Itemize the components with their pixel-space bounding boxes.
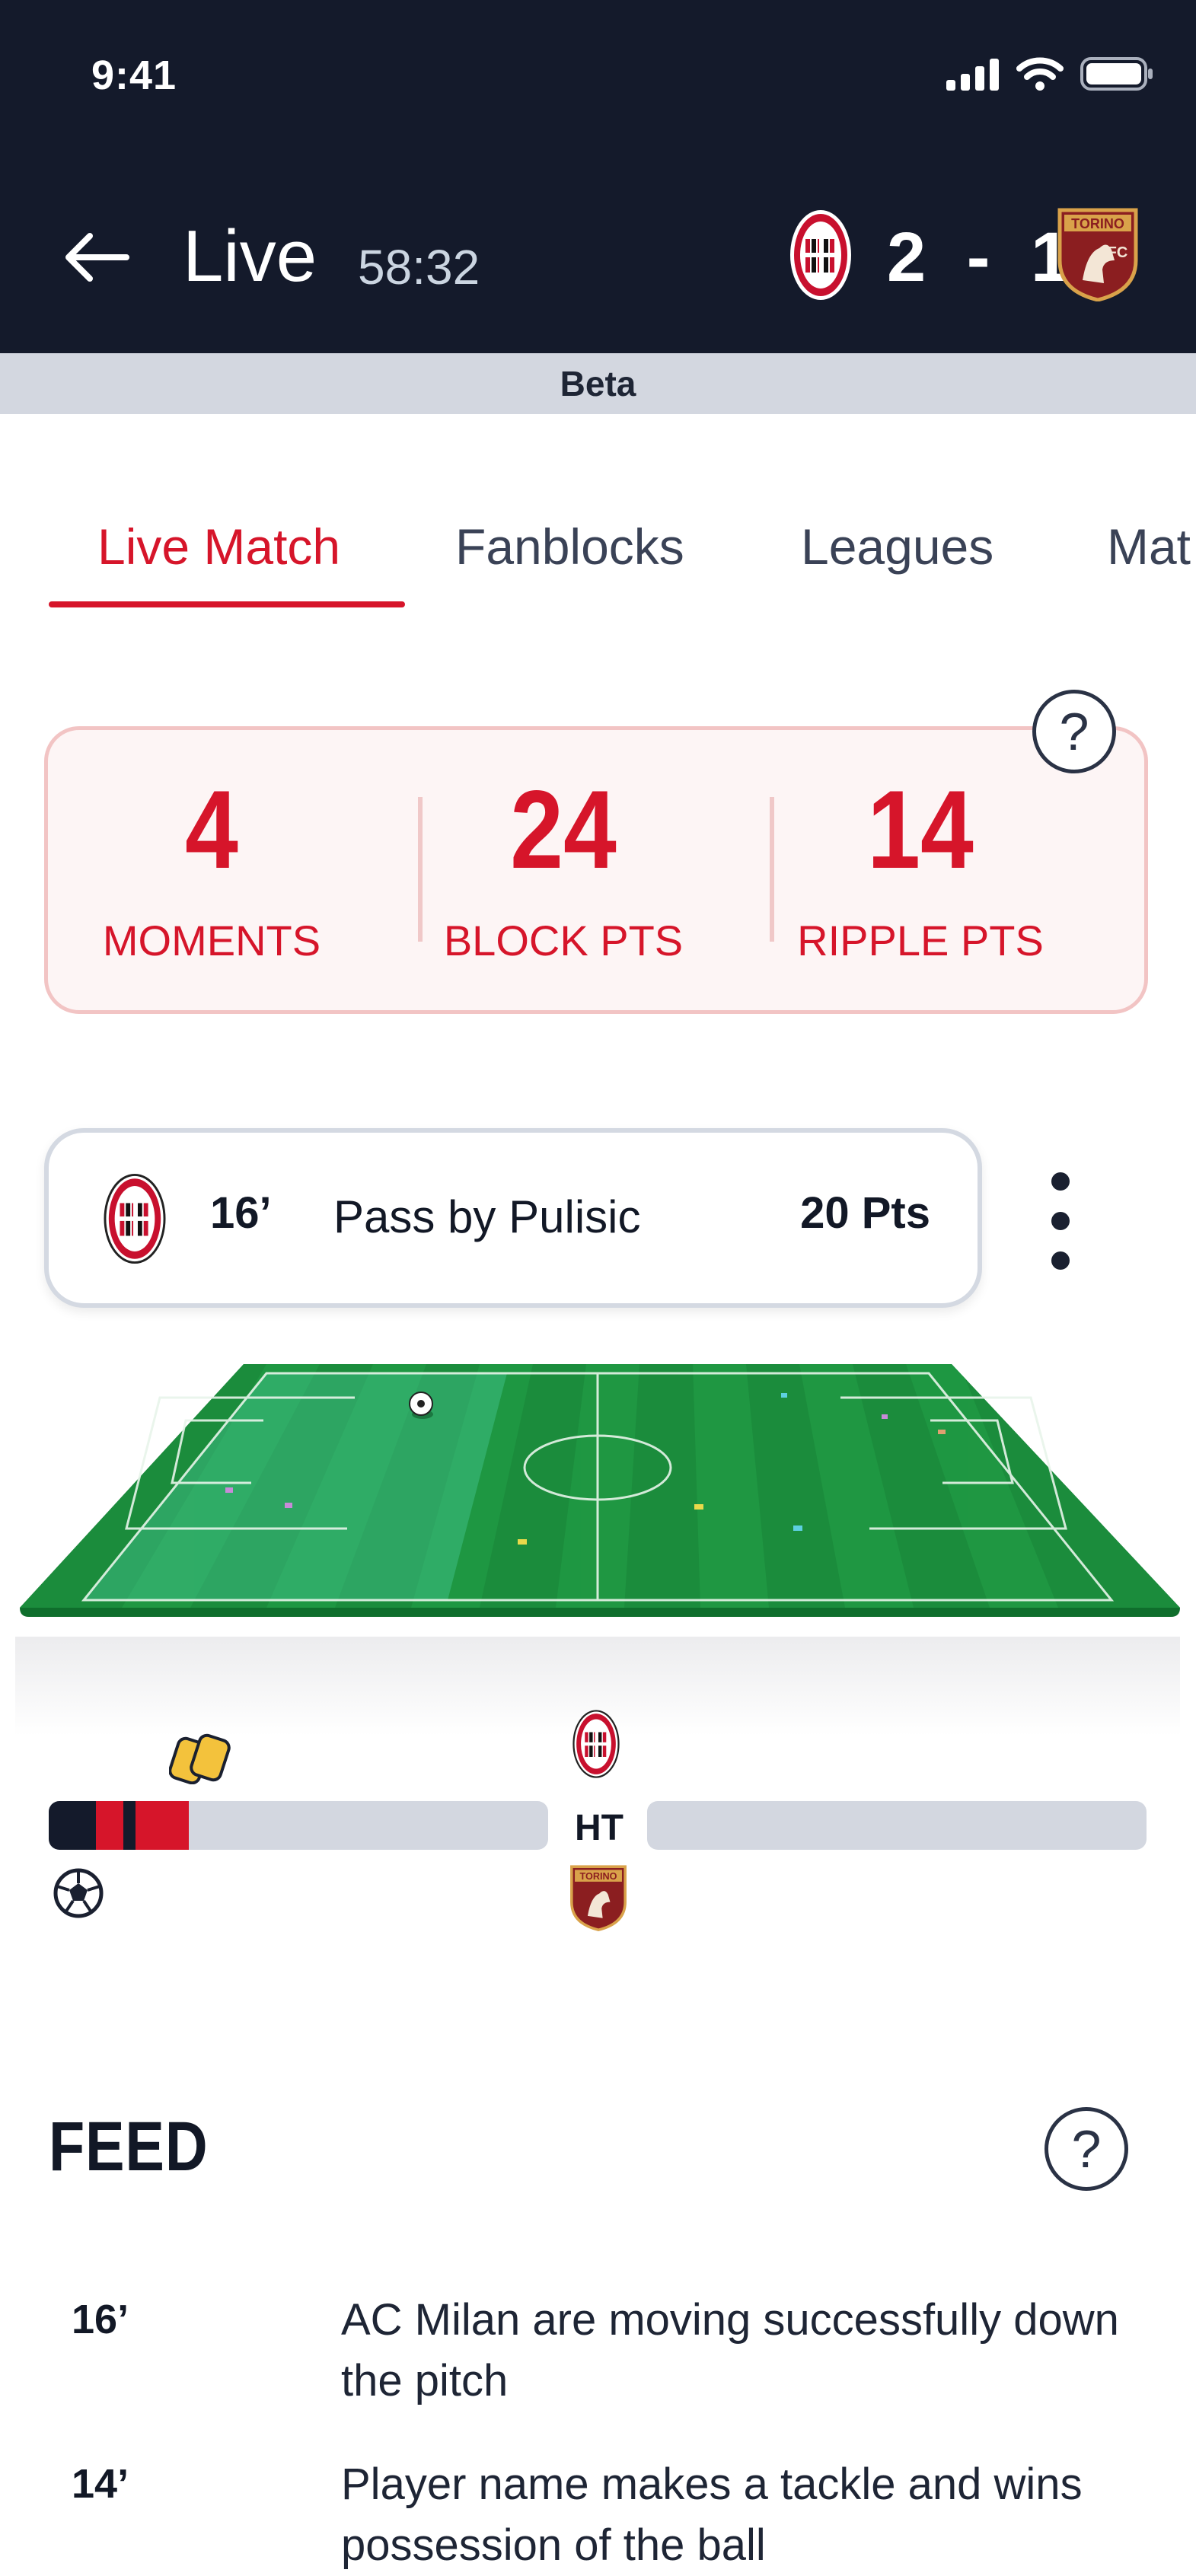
page-title: Live: [183, 215, 317, 297]
stats-card: 4 MOMENTS 24 BLOCK PTS 14 RIPPLE PTS: [44, 726, 1148, 1014]
tab-matches[interactable]: Mat: [1107, 518, 1191, 575]
back-arrow-icon[interactable]: [59, 221, 132, 294]
battery-icon: [1080, 57, 1153, 91]
signal-icon: [946, 59, 999, 91]
feed-item-text: Player name makes a tackle and wins poss…: [341, 2460, 1083, 2570]
tab-bar: Live Match Fanblocks Leagues Mat: [0, 487, 1196, 609]
feed-item-text: AC Milan are moving successfully down th…: [341, 2295, 1119, 2405]
stats-help-button[interactable]: ?: [1032, 690, 1116, 773]
status-icons: [946, 56, 1153, 91]
beta-banner: Beta: [0, 353, 1196, 414]
status-time: 9:41: [91, 53, 177, 98]
stat-moments-label: MOMENTS: [102, 917, 321, 964]
app-header: 9:41 Live 58:32 2 - 1 TORINO FC: [0, 0, 1196, 353]
moment-minute: 16’: [210, 1188, 272, 1238]
stat-ripple-pts-label: RIPPLE PTS: [797, 917, 1044, 964]
score-home: 2: [887, 218, 930, 296]
match-clock: 58:32: [358, 240, 480, 295]
yellow-cards-icon: [169, 1733, 231, 1784]
soccer-ball-icon: [53, 1868, 104, 1918]
ball-icon: [409, 1392, 433, 1419]
moment-points: 20 Pts: [800, 1188, 930, 1238]
more-options-icon[interactable]: [1035, 1172, 1086, 1271]
question-icon: ?: [1059, 702, 1089, 761]
question-icon: ?: [1071, 2119, 1102, 2179]
moment-description: Pass by Pulisic: [333, 1191, 641, 1242]
torino-crest-icon: TORINO: [570, 1865, 627, 1932]
stat-ripple-pts-value: 14: [867, 767, 974, 891]
stat-block-pts: 24 BLOCK PTS: [396, 774, 731, 965]
match-score: 2 - 1: [887, 218, 1073, 298]
first-half-momentum-bar: [49, 1801, 548, 1850]
ac-milan-crest-icon: [104, 1173, 166, 1264]
stat-moments: 4 MOMENTS: [44, 774, 379, 965]
svg-text:FC: FC: [1108, 244, 1128, 261]
feed-item-minute: 16’: [72, 2297, 129, 2342]
active-tab-indicator: [49, 601, 405, 607]
stat-block-pts-label: BLOCK PTS: [443, 917, 684, 964]
feed-title: FEED: [49, 2108, 209, 2185]
stat-ripple-pts: 14 RIPPLE PTS: [753, 774, 1088, 965]
second-half-momentum-bar: [647, 1801, 1147, 1850]
wifi-icon: [1016, 57, 1064, 91]
ac-milan-crest-icon: [572, 1710, 620, 1778]
feed-help-button[interactable]: ?: [1045, 2107, 1128, 2191]
torino-crest-icon: TORINO FC: [1057, 208, 1138, 301]
tab-leagues[interactable]: Leagues: [801, 518, 993, 575]
svg-text:TORINO: TORINO: [580, 1871, 617, 1882]
ac-milan-crest-icon: [790, 210, 851, 300]
half-time-label: HT: [575, 1808, 624, 1848]
tab-live-match[interactable]: Live Match: [97, 518, 340, 575]
feed-item-minute: 14’: [72, 2461, 129, 2507]
stat-block-pts-value: 24: [510, 767, 617, 891]
pitch-visualization: [20, 1364, 1180, 1617]
tab-fanblocks[interactable]: Fanblocks: [455, 518, 684, 575]
score-separator: -: [966, 218, 993, 296]
svg-text:TORINO: TORINO: [1071, 216, 1124, 231]
moment-card[interactable]: 16’ Pass by Pulisic 20 Pts: [44, 1128, 982, 1308]
stat-moments-value: 4: [185, 767, 238, 891]
